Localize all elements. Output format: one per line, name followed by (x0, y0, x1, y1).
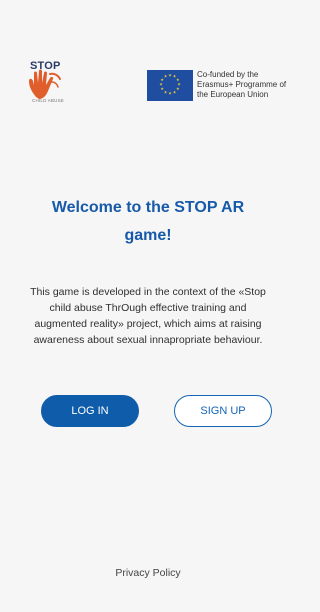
login-button[interactable]: LOG IN (41, 395, 139, 427)
svg-text:★: ★ (176, 86, 180, 91)
hand-icon (29, 69, 61, 99)
welcome-title: Welcome to the STOP AR game! (51, 199, 245, 244)
svg-text:★: ★ (164, 74, 168, 79)
svg-text:★: ★ (168, 91, 172, 96)
eu-flag-icon: ★ ★ ★ ★ ★ ★ ★ ★ ★ ★ ★ ★ (147, 70, 193, 101)
svg-text:★: ★ (160, 86, 164, 91)
eu-cofunded-text: Co-funded by the Erasmus+ Programme of t… (197, 70, 287, 99)
svg-text:★: ★ (164, 89, 168, 94)
privacy-policy-link[interactable]: Privacy Policy (98, 566, 198, 580)
project-description: This game is developed in the context of… (30, 286, 266, 346)
svg-text:★: ★ (173, 89, 177, 94)
eu-cofunded-badge: ★ ★ ★ ★ ★ ★ ★ ★ ★ ★ ★ ★ Co-funded by the… (147, 69, 292, 103)
stop-child-abuse-logo: STOP CHILD ABUSE (24, 60, 70, 116)
svg-text:★: ★ (168, 73, 172, 78)
signup-button[interactable]: SIGN UP (174, 395, 272, 427)
svg-text:★: ★ (159, 82, 163, 87)
logo-child-abuse-text: CHILD ABUSE (32, 98, 64, 103)
